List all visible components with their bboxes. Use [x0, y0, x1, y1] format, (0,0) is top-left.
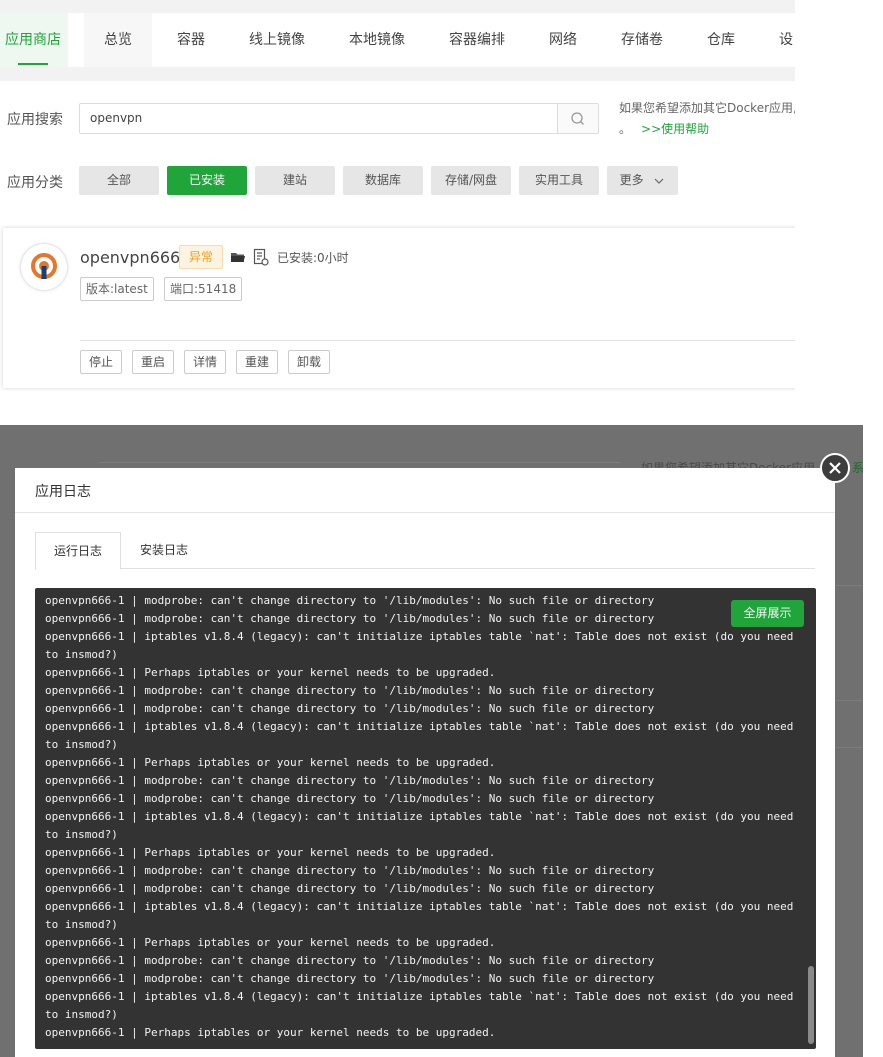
category-all[interactable]: 全部 — [79, 166, 159, 195]
app-card: openvpn666 异常 已安装:0小时 版本:latest 端口:51418… — [3, 228, 795, 388]
tab-compose[interactable]: 容器编排 — [449, 13, 505, 67]
add-app-hint: 如果您希望添加其它Docker应用, — [619, 101, 795, 115]
log-line: openvpn666-1 | modprobe: can't change di… — [45, 702, 655, 715]
log-line: openvpn666-1 | iptables v1.8.4 (legacy):… — [45, 810, 800, 841]
hint-punct: 。 — [619, 122, 632, 136]
tab-runtime-log[interactable]: 运行日志 — [35, 532, 121, 570]
category-website[interactable]: 建站 — [255, 166, 335, 195]
app-store-page: 应用商店 总览 容器 线上镜像 本地镜像 容器编排 网络 存储卷 仓库 设 应用… — [0, 0, 795, 425]
background-link-fragment: 系 — [852, 461, 863, 475]
log-file-icon[interactable] — [253, 248, 269, 266]
log-line: openvpn666-1 | iptables v1.8.4 (legacy):… — [45, 720, 800, 751]
search-input[interactable]: openvpn — [90, 104, 142, 133]
log-line: openvpn666-1 | Perhaps iptables or your … — [45, 936, 496, 949]
version-tag: 版本:latest — [80, 277, 154, 301]
log-line: openvpn666-1 | modprobe: can't change di… — [45, 612, 655, 625]
more-label: 更多 — [619, 173, 644, 187]
log-line: openvpn666-1 | modprobe: can't change di… — [45, 684, 655, 697]
restart-button[interactable]: 重启 — [132, 350, 174, 374]
status-badge: 异常 — [179, 245, 223, 269]
tab-label: 网络 — [549, 32, 577, 48]
top-strip — [0, 0, 795, 13]
log-line: openvpn666-1 | iptables v1.8.4 (legacy):… — [45, 900, 800, 931]
port-tag: 端口:51418 — [164, 277, 243, 301]
card-divider — [80, 340, 795, 341]
log-line: openvpn666-1 | iptables v1.8.4 (legacy):… — [45, 990, 800, 1021]
app-name: openvpn666 — [80, 248, 181, 267]
log-line: openvpn666-1 | modprobe: can't change di… — [45, 594, 655, 607]
tab-label: 仓库 — [707, 32, 735, 48]
tab-containers[interactable]: 容器 — [177, 13, 205, 67]
background-input-edge — [100, 462, 580, 463]
chevron-down-icon — [654, 178, 664, 184]
section-separator — [0, 67, 795, 81]
search-icon — [571, 112, 584, 125]
tab-overview[interactable]: 总览 — [84, 13, 152, 67]
main-tabs: 应用商店 总览 容器 线上镜像 本地镜像 容器编排 网络 存储卷 仓库 设 — [0, 13, 795, 68]
tab-label: 应用商店 — [5, 32, 61, 48]
tab-label: 总览 — [104, 32, 132, 48]
background-line — [835, 585, 863, 586]
modal-title: 应用日志 — [35, 484, 91, 500]
modal-tab-divider — [35, 568, 815, 569]
log-line: openvpn666-1 | modprobe: can't change di… — [45, 954, 655, 967]
uninstall-button[interactable]: 卸载 — [288, 350, 330, 374]
tab-label: 本地镜像 — [349, 32, 405, 48]
category-storage[interactable]: 存储/网盘 — [431, 166, 511, 195]
tab-online-images[interactable]: 线上镜像 — [249, 13, 305, 67]
tab-label: 线上镜像 — [249, 32, 305, 48]
log-line: openvpn666-1 | modprobe: can't change di… — [45, 774, 655, 787]
tab-local-images[interactable]: 本地镜像 — [349, 13, 405, 67]
log-lines: openvpn666-1 | modprobe: can't change di… — [45, 592, 795, 1042]
close-modal-button[interactable] — [820, 453, 850, 483]
tab-app-store[interactable]: 应用商店 — [0, 13, 68, 67]
tab-registry[interactable]: 仓库 — [707, 13, 735, 67]
tab-label: 存储卷 — [621, 32, 663, 48]
tab-volumes[interactable]: 存储卷 — [621, 13, 663, 67]
background-line — [835, 700, 863, 701]
app-logo — [21, 244, 67, 290]
tab-settings[interactable]: 设 — [779, 13, 793, 67]
log-line: openvpn666-1 | iptables v1.8.4 (legacy):… — [45, 630, 800, 661]
tab-install-log[interactable]: 安装日志 — [121, 532, 207, 568]
log-console[interactable]: openvpn666-1 | modprobe: can't change di… — [35, 588, 816, 1049]
category-database[interactable]: 数据库 — [343, 166, 423, 195]
close-icon — [829, 462, 841, 474]
log-line: openvpn666-1 | Perhaps iptables or your … — [45, 846, 496, 859]
category-installed[interactable]: 已安装 — [167, 166, 247, 195]
log-line: openvpn666-1 | Perhaps iptables or your … — [45, 756, 496, 769]
details-button[interactable]: 详情 — [184, 350, 226, 374]
log-line: openvpn666-1 | modprobe: can't change di… — [45, 972, 655, 985]
log-scrollbar-thumb[interactable] — [808, 966, 814, 1044]
folder-icon[interactable] — [230, 250, 246, 264]
tab-network[interactable]: 网络 — [549, 13, 577, 67]
log-line: openvpn666-1 | Perhaps iptables or your … — [45, 1026, 496, 1039]
tab-label: 容器 — [177, 32, 205, 48]
log-line: openvpn666-1 | modprobe: can't change di… — [45, 864, 655, 877]
add-app-hint-2: 。 >>使用帮助 — [619, 120, 709, 137]
log-line: openvpn666-1 | modprobe: can't change di… — [45, 882, 655, 895]
category-tools[interactable]: 实用工具 — [519, 166, 599, 195]
category-more-dropdown[interactable]: 更多 — [607, 166, 678, 195]
log-line: openvpn666-1 | modprobe: can't change di… — [45, 792, 655, 805]
background-button-edge — [578, 462, 620, 463]
stop-button[interactable]: 停止 — [80, 350, 122, 374]
fullscreen-button[interactable]: 全屏展示 — [731, 600, 804, 627]
installed-duration: 已安装:0小时 — [277, 251, 349, 265]
category-label: 应用分类 — [7, 175, 63, 191]
app-search-box: openvpn — [79, 103, 599, 134]
log-line: openvpn666-1 | Perhaps iptables or your … — [45, 666, 496, 679]
modal-header-divider — [15, 512, 835, 513]
app-log-modal: 应用日志 运行日志 安装日志 openvpn666-1 | modprobe: … — [15, 468, 835, 1057]
rebuild-button[interactable]: 重建 — [236, 350, 278, 374]
modal-overlay[interactable]: 如果您希望添加其它Docker应用 系 应用日志 运行日志 安装日志 openv… — [0, 425, 863, 1057]
tab-label: 容器编排 — [449, 32, 505, 48]
active-tab-indicator — [18, 63, 48, 65]
background-line — [835, 747, 863, 748]
help-link[interactable]: >>使用帮助 — [641, 122, 709, 136]
tab-label: 设 — [779, 32, 793, 48]
search-label: 应用搜索 — [7, 112, 63, 128]
search-button[interactable] — [557, 104, 598, 133]
openvpn-logo — [31, 253, 57, 279]
